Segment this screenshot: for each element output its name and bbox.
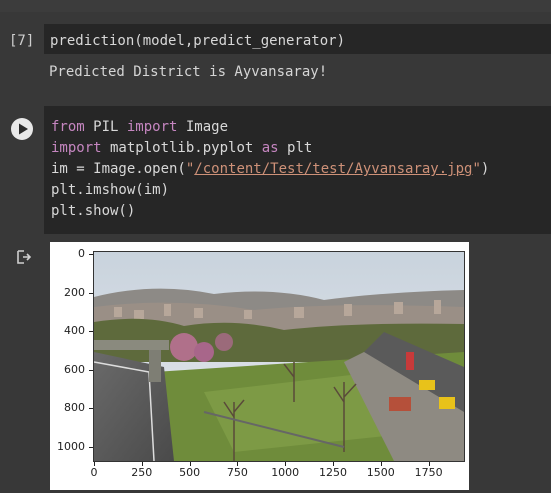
run-cell-button[interactable] <box>11 118 33 140</box>
y-tick-mark <box>89 446 93 448</box>
x-tick-mark <box>237 462 239 466</box>
code-cell-prediction[interactable]: [7] prediction(model,predict_generator) <box>0 12 551 66</box>
y-tick-mark <box>89 369 93 371</box>
x-tick-mark <box>285 462 287 466</box>
x-tick-label: 0 <box>90 466 98 479</box>
y-tick-label: 1000 <box>57 439 85 453</box>
x-tick-label: 250 <box>131 466 153 479</box>
plot-image <box>93 251 465 462</box>
code-token: PIL <box>84 119 127 135</box>
code-token: plt <box>278 140 313 156</box>
file-path-link[interactable]: /content/Test/test/Ayvansaray.jpg <box>194 161 472 177</box>
x-tick-label: 1000 <box>271 466 300 479</box>
y-tick-label: 200 <box>64 285 85 299</box>
y-tick-label: 0 <box>78 247 85 260</box>
code-token: matplotlib.pyplot <box>101 140 262 156</box>
code-lines: from PIL import Image import matplotlib.p… <box>51 117 489 222</box>
y-tick-label: 800 <box>64 401 85 414</box>
code-token: as <box>261 140 279 156</box>
y-tick-mark <box>89 254 93 255</box>
output-redirect-icon[interactable] <box>15 248 33 266</box>
y-tick-mark <box>89 408 93 409</box>
top-bar <box>0 0 551 12</box>
x-tick-mark <box>141 462 143 466</box>
x-tick-mark <box>380 462 382 466</box>
x-tick-mark <box>189 462 191 466</box>
x-tick-label: 500 <box>179 466 201 479</box>
code-token: plt.show() <box>51 203 136 219</box>
x-tick-label: 750 <box>226 466 248 479</box>
photo-ayvansaray-icon <box>94 252 464 461</box>
x-tick-label: 1250 <box>319 466 347 479</box>
code-line: import matplotlib.pyplot as plt <box>51 138 489 159</box>
y-tick-mark <box>89 331 93 332</box>
output-text: Predicted District is Ayvansaray! <box>49 64 328 80</box>
code-token: plt.imshow(im) <box>51 182 170 198</box>
code-token: Image <box>177 119 229 135</box>
code-editor[interactable]: from PIL import Image import matplotlib.p… <box>44 106 551 234</box>
x-tick-mark <box>94 462 95 466</box>
code-line: plt.imshow(im) <box>51 180 489 201</box>
code-token: ) <box>480 161 490 177</box>
code-token: from <box>51 119 85 135</box>
y-tick-label: 600 <box>64 362 85 376</box>
code-line: prediction(model,predict_generator) <box>50 33 346 49</box>
x-tick-label: 1750 <box>414 466 443 479</box>
x-tick-mark <box>428 462 430 466</box>
code-cell-imshow[interactable]: from PIL import Image import matplotlib.p… <box>0 106 551 234</box>
x-tick-label: 1500 <box>366 466 395 479</box>
cell-output: Predicted District is Ayvansaray! <box>0 54 551 106</box>
x-tick-mark <box>333 462 334 466</box>
play-icon <box>19 123 28 135</box>
y-tick-mark <box>89 292 93 294</box>
code-token: import <box>126 119 178 135</box>
execution-count: [7] <box>9 33 35 49</box>
code-line: plt.show() <box>51 201 489 222</box>
code-line: im = Image.open( "/content/Test/test/Ayva… <box>51 159 489 180</box>
code-line: from PIL import Image <box>51 117 489 138</box>
code-token: import <box>51 140 102 156</box>
code-token: " <box>472 161 481 177</box>
y-tick-label: 400 <box>64 324 85 337</box>
code-token: im = Image.open( <box>51 161 186 177</box>
